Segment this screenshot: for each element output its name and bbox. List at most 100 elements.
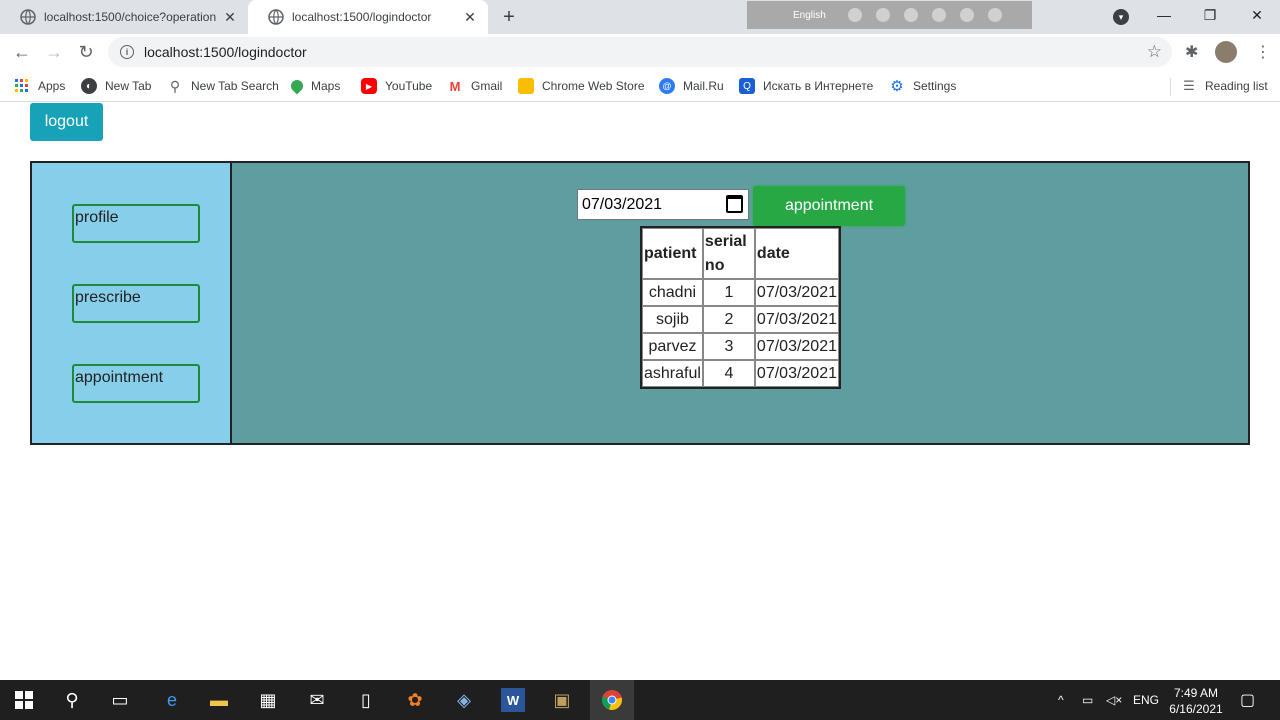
avatar[interactable] xyxy=(1215,41,1237,63)
column-header-serial: serial no xyxy=(702,228,755,279)
settings-icon[interactable] xyxy=(903,8,918,22)
bookmark-new-tab[interactable]: ◐ New Tab xyxy=(81,76,151,96)
calendar-icon[interactable] xyxy=(726,195,743,213)
globe-icon xyxy=(20,9,36,25)
date-cell: 07/03/2021 xyxy=(754,279,839,306)
tab-logindoctor[interactable]: localhost:1500/logindoctor ✕ xyxy=(248,0,488,34)
table-row: chadni 1 07/03/2021 xyxy=(642,279,839,306)
bookmark-label: Mail.Ru xyxy=(683,79,724,93)
mail-icon[interactable]: ✉ xyxy=(305,688,329,712)
bookmark-settings[interactable]: ⚙ Settings xyxy=(889,76,956,96)
menu-icon[interactable]: ⋮ xyxy=(1255,42,1271,62)
info-icon[interactable] xyxy=(987,8,1002,22)
dashboard-panel: profile prescribe appointment 07/03/2021… xyxy=(30,161,1250,445)
xampp-icon[interactable]: ✿ xyxy=(403,688,427,712)
show-hidden-icons[interactable]: ^ xyxy=(1058,680,1064,720)
language-tool-icon[interactable] xyxy=(847,8,862,22)
apps-grid-icon xyxy=(14,78,30,94)
date-cell: 07/03/2021 xyxy=(754,360,839,387)
input-language[interactable]: ENG xyxy=(1133,680,1159,720)
appointments-table: patient serial no date chadni 1 07/03/20… xyxy=(640,226,841,389)
bookmark-maps[interactable]: Maps xyxy=(288,76,341,96)
bookmark-gmail[interactable]: M Gmail xyxy=(447,76,503,96)
bookmark-search-web[interactable]: Q Искать в Интернете xyxy=(739,76,873,96)
serial-cell: 3 xyxy=(702,333,755,360)
minimize-button[interactable]: — xyxy=(1141,0,1187,30)
sidebar: profile prescribe appointment xyxy=(32,163,232,443)
column-header-date: date xyxy=(754,228,839,279)
reload-icon[interactable]: ↻ xyxy=(74,40,98,64)
document-icon[interactable]: ▯ xyxy=(354,688,378,712)
store-icon[interactable]: ▦ xyxy=(256,688,280,712)
back-icon[interactable]: ← xyxy=(10,40,34,64)
tab-search-icon[interactable]: ▾ xyxy=(1113,9,1129,25)
bookmark-label: YouTube xyxy=(385,79,433,93)
bookmark-label: Gmail xyxy=(471,79,503,93)
bookmark-label: Искать в Интернете xyxy=(763,79,874,93)
bookmark-label: Chrome Web Store xyxy=(542,79,645,93)
date-value: 07/03/2021 xyxy=(582,195,663,213)
reading-list-button[interactable]: ☰ Reading list xyxy=(1181,76,1268,96)
bookmark-label: Maps xyxy=(311,79,341,93)
tab-title: localhost:1500/logindoctor xyxy=(292,10,432,24)
globe-icon: ◐ xyxy=(81,78,97,94)
extensions-icon[interactable]: ✱ xyxy=(1185,42,1198,62)
date-cell: 07/03/2021 xyxy=(754,306,839,333)
pen-icon[interactable] xyxy=(931,8,946,22)
file-explorer-icon[interactable]: ▬ xyxy=(207,688,231,712)
edge-icon[interactable]: e xyxy=(160,688,184,712)
sidebar-item-appointment[interactable]: appointment xyxy=(72,364,200,403)
gear-icon: ⚙ xyxy=(890,78,904,95)
bookmark-apps[interactable]: Apps xyxy=(14,76,65,96)
globe-icon xyxy=(268,9,284,25)
sidebar-item-prescribe[interactable]: prescribe xyxy=(72,284,200,323)
url-text[interactable]: localhost:1500/logindoctor xyxy=(144,44,307,60)
reading-list-icon: ☰ xyxy=(1183,78,1195,93)
bookmark-chrome-web-store[interactable]: Chrome Web Store xyxy=(518,76,645,96)
window-close-button[interactable]: ✕ xyxy=(1234,0,1280,30)
close-icon[interactable]: ✕ xyxy=(462,9,478,25)
clock-time: 7:49 AM xyxy=(1173,686,1219,700)
date-input[interactable]: 07/03/2021 xyxy=(577,189,749,220)
appointment-button[interactable]: appointment xyxy=(753,186,905,226)
language-bar[interactable]: English xyxy=(747,1,1032,29)
bookmark-mailru[interactable]: @ Mail.Ru xyxy=(659,76,724,96)
app-icon[interactable]: ◈ xyxy=(452,688,476,712)
patient-cell: ashraful xyxy=(642,360,703,387)
table-row: parvez 3 07/03/2021 xyxy=(642,333,839,360)
close-icon[interactable]: ✕ xyxy=(222,9,238,25)
maximize-button[interactable]: ❐ xyxy=(1187,0,1233,30)
bookmark-youtube[interactable]: ▶ YouTube xyxy=(361,76,432,96)
address-bar[interactable]: i localhost:1500/logindoctor ☆ xyxy=(108,37,1172,67)
info-icon[interactable]: i xyxy=(120,45,134,59)
help-icon[interactable] xyxy=(959,8,974,22)
task-view-icon[interactable]: ▭ xyxy=(108,688,132,712)
search-icon[interactable]: ⚲ xyxy=(60,688,84,712)
tab-choice[interactable]: localhost:1500/choice?operation ✕ xyxy=(0,0,248,34)
serial-cell: 4 xyxy=(702,360,755,387)
main-content: 07/03/2021 appointment patient serial no… xyxy=(232,163,1248,443)
word-icon[interactable]: W xyxy=(501,688,525,712)
language-tool-icon[interactable] xyxy=(875,8,890,22)
volume-icon[interactable]: ◁× xyxy=(1106,680,1122,720)
serial-cell: 1 xyxy=(702,279,755,306)
clock[interactable]: 7:49 AM 6/16/2021 xyxy=(1164,685,1228,717)
chrome-icon[interactable] xyxy=(590,680,634,720)
forward-icon[interactable]: → xyxy=(42,40,66,64)
bookmark-new-tab-search[interactable]: ⚲ New Tab Search xyxy=(167,76,279,96)
language-bar-icons xyxy=(847,8,1002,22)
new-tab-button[interactable]: + xyxy=(498,6,520,28)
sidebar-item-profile[interactable]: profile xyxy=(72,204,200,243)
app-icon[interactable]: ▣ xyxy=(550,688,574,712)
language-label: English xyxy=(793,9,826,21)
logout-button[interactable]: logout xyxy=(30,103,103,141)
table-row: ashraful 4 07/03/2021 xyxy=(642,360,839,387)
windows-start-icon[interactable] xyxy=(12,688,36,712)
bookmark-divider xyxy=(1170,78,1171,96)
youtube-icon: ▶ xyxy=(361,78,377,94)
bookmark-star-icon[interactable]: ☆ xyxy=(1147,42,1162,62)
tab-title: localhost:1500/choice?operation xyxy=(44,10,217,24)
network-icon[interactable]: ▭ xyxy=(1082,680,1093,720)
table-row: sojib 2 07/03/2021 xyxy=(642,306,839,333)
notifications-icon[interactable]: ▢ xyxy=(1240,680,1255,720)
